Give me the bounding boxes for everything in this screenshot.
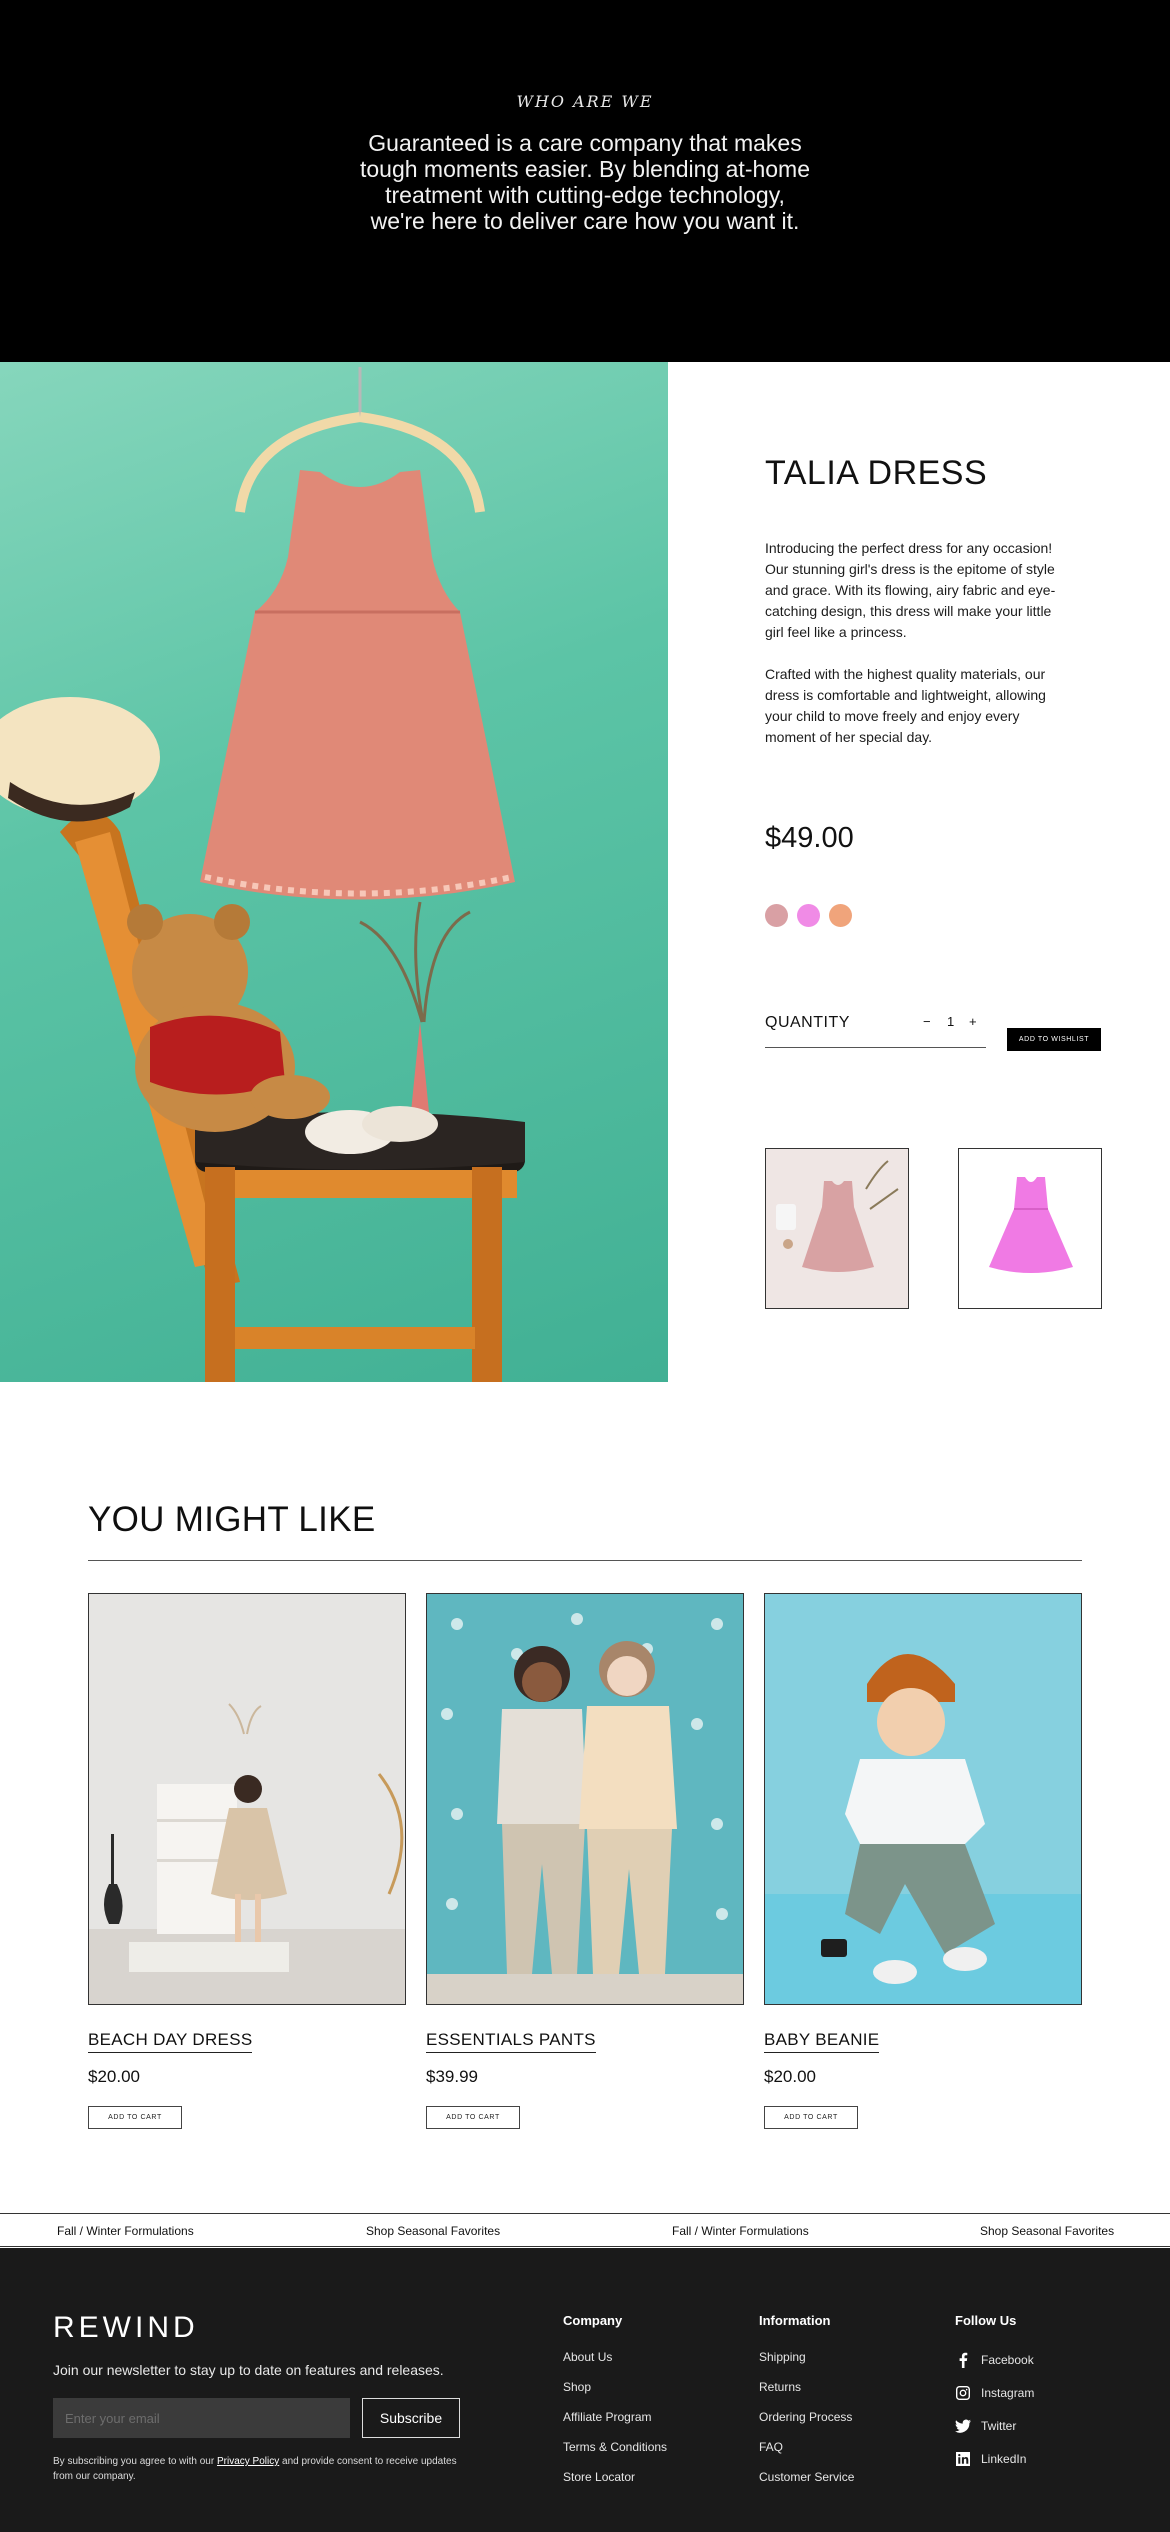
quantity-increase-button[interactable]: + [969,1014,977,1029]
quantity-label: QUANTITY [765,1014,850,1031]
product-title: TALIA DRESS [765,454,988,492]
consent-text: By subscribing you agree to with our Pri… [53,2454,473,2484]
social-link-instagram[interactable]: Instagram [955,2383,1034,2403]
product-card-price: $20.00 [764,2067,816,2086]
product-card-image[interactable] [88,1593,406,2005]
footer-link-returns[interactable]: Returns [759,2380,854,2395]
talia-dress-photo [0,367,525,1382]
swatch-dusty-pink[interactable] [765,904,788,927]
footer-column-title: Company [563,2313,623,2328]
footer-link-ordering-process[interactable]: Ordering Process [759,2410,854,2425]
promo-marquee: Fall / Winter Formulations Shop Seasonal… [0,2213,1170,2247]
social-link-linkedin[interactable]: LinkedIn [955,2449,1034,2469]
add-to-cart-button[interactable]: ADD TO CART [88,2106,182,2129]
add-to-wishlist-button[interactable]: ADD TO WISHLIST [1007,1028,1101,1051]
social-link-label: Instagram [981,2385,1035,2400]
product-card-image[interactable] [426,1593,744,2005]
marquee-item[interactable]: Shop Seasonal Favorites [366,2224,500,2238]
marquee-item[interactable]: Fall / Winter Formulations [57,2224,194,2238]
footer-link-shipping[interactable]: Shipping [759,2350,854,2365]
who-are-we-section: WHO ARE WE Guaranteed is a care company … [0,0,1170,362]
footer-column-company: Company About Us Shop Affiliate Program … [563,2313,667,2500]
add-to-cart-button[interactable]: ADD TO CART [426,2106,520,2129]
newsletter-email-input[interactable] [53,2398,350,2438]
quantity-selector: QUANTITY − 1 + [765,1014,986,1048]
instagram-icon [956,2386,970,2400]
footer-link-shop[interactable]: Shop [563,2380,667,2395]
marquee-item[interactable]: Shop Seasonal Favorites [980,2224,1114,2238]
product-card-price: $20.00 [88,2067,140,2086]
product-hero-image [0,362,668,1382]
social-link-twitter[interactable]: Twitter [955,2416,1034,2436]
social-link-label: Facebook [981,2352,1034,2367]
footer-link-customer-service[interactable]: Customer Service [759,2470,854,2485]
footer-link-store-locator[interactable]: Store Locator [563,2470,667,2485]
section-divider [88,1560,1082,1561]
footer-link-terms[interactable]: Terms & Conditions [563,2440,667,2455]
baby-beanie-photo [765,1594,1081,2004]
twitter-icon [955,2419,971,2433]
product-description: Introducing the perfect dress for any oc… [765,538,1065,748]
product-card-beach-day-dress[interactable]: BEACH DAY DRESS $20.00 ADD TO CART [88,1593,406,2129]
facebook-icon [959,2352,968,2368]
product-description-paragraph: Crafted with the highest quality materia… [765,666,1046,745]
product-card-price: $39.99 [426,2067,478,2086]
thumbnail-image [959,1149,1101,1308]
product-card-name[interactable]: BABY BEANIE [764,2030,880,2053]
swatch-pink[interactable] [797,904,820,927]
consent-text-start: By subscribing you agree to with our [53,2456,217,2467]
product-card-name[interactable]: BEACH DAY DRESS [88,2030,253,2053]
company-statement: Guaranteed is a care company that makes … [359,130,811,234]
privacy-policy-link[interactable]: Privacy Policy [217,2456,279,2467]
linkedin-icon [956,2452,970,2466]
site-footer: REWIND Join our newsletter to stay up to… [0,2248,1170,2532]
marquee-item[interactable]: Fall / Winter Formulations [672,2224,809,2238]
footer-logo[interactable]: REWIND [53,2311,199,2345]
product-card-image[interactable] [764,1593,1082,2005]
footer-link-faq[interactable]: FAQ [759,2440,854,2455]
subscribe-button[interactable]: Subscribe [362,2398,460,2438]
section-eyebrow: WHO ARE WE [516,92,654,111]
product-thumbnail-dusty-pink[interactable] [765,1148,909,1309]
product-card-essentials-pants[interactable]: ESSENTIALS PANTS $39.99 ADD TO CART [426,1593,744,2129]
footer-link-about-us[interactable]: About Us [563,2350,667,2365]
essentials-pants-photo [427,1594,743,2004]
product-card-baby-beanie[interactable]: BABY BEANIE $20.00 ADD TO CART [764,1593,1082,2129]
add-to-cart-button[interactable]: ADD TO CART [764,2106,858,2129]
quantity-decrease-button[interactable]: − [923,1014,931,1029]
swatch-peach[interactable] [829,904,852,927]
quantity-value[interactable]: 1 [947,1014,954,1029]
footer-column-information: Information Shipping Returns Ordering Pr… [759,2313,854,2500]
social-link-label: Twitter [981,2418,1017,2433]
social-link-facebook[interactable]: Facebook [955,2350,1034,2370]
product-thumbnail-pink[interactable] [958,1148,1102,1309]
footer-column-title: Follow Us [955,2313,1017,2328]
product-details: TALIA DRESS Introducing the perfect dres… [668,362,1170,1382]
newsletter-text: Join our newsletter to stay up to date o… [53,2362,444,2378]
beach-day-dress-photo [89,1594,405,2004]
color-swatches [765,904,852,927]
footer-link-affiliate-program[interactable]: Affiliate Program [563,2410,667,2425]
social-link-label: LinkedIn [981,2451,1027,2466]
footer-column-follow-us: Follow Us Facebook Instagram Twitter Lin… [955,2313,1034,2482]
product-card-name[interactable]: ESSENTIALS PANTS [426,2030,596,2053]
you-might-like-heading: YOU MIGHT LIKE [88,1500,376,1539]
product-description-paragraph: Introducing the perfect dress for any oc… [765,540,1056,640]
thumbnail-image [766,1149,908,1308]
product-price: $49.00 [765,822,854,854]
footer-column-title: Information [759,2313,831,2328]
